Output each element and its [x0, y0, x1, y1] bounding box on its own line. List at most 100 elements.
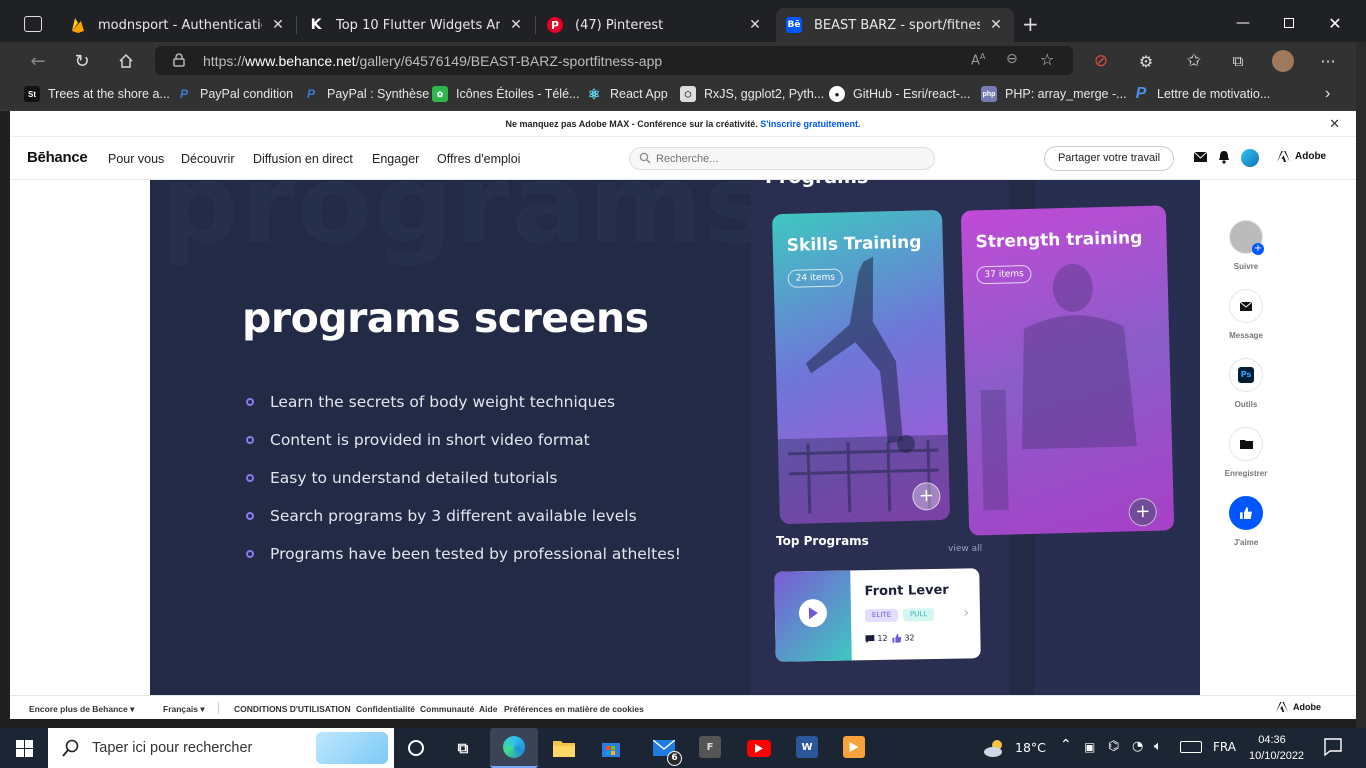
tab-beast-barz[interactable]: Bē BEAST BARZ - sport/fitness app d ✕	[776, 8, 1014, 42]
bookmark-paypal-condition[interactable]: P PayPal condition	[176, 85, 293, 103]
new-tab-icon[interactable]: +	[1022, 12, 1039, 36]
weather-temp[interactable]: 18°C	[1015, 740, 1046, 755]
close-icon[interactable]: ✕	[508, 17, 524, 33]
close-icon[interactable]: ✕	[270, 17, 286, 33]
wifi-icon[interactable]: ◔	[1132, 739, 1143, 754]
word-app-icon[interactable]: W	[796, 736, 818, 758]
window-close-icon[interactable]: ✕	[1312, 8, 1358, 38]
windows-start-icon[interactable]	[12, 736, 36, 760]
tab-modnsport[interactable]: modnsport - Authentication - Fir ✕	[60, 8, 296, 42]
program-list-item[interactable]: Front Lever ELITE PULL 12 32 ›	[774, 568, 981, 662]
adobe-logo[interactable]: Adobe	[1276, 702, 1321, 712]
collections-icon[interactable]: ⧉	[1227, 50, 1249, 72]
maximize-icon[interactable]	[1266, 8, 1312, 38]
close-icon[interactable]: ✕	[747, 17, 763, 33]
file-explorer-icon[interactable]	[552, 736, 576, 760]
avatar-follow-icon[interactable]: +	[1229, 220, 1264, 255]
taskbar-search[interactable]: Taper ici pour rechercher	[48, 728, 394, 768]
home-icon[interactable]	[115, 50, 137, 72]
bookmark-react-app[interactable]: ⚛ React App	[586, 85, 668, 103]
bookmark-php[interactable]: php PHP: array_merge -...	[981, 85, 1127, 103]
mail-icon[interactable]	[1194, 152, 1207, 162]
follow-action[interactable]: + Suivre	[1220, 220, 1272, 271]
app-f-icon[interactable]: F	[699, 736, 721, 758]
video-editor-icon[interactable]	[843, 736, 865, 758]
tab-flutter[interactable]: K Top 10 Flutter Widgets Are Best ✕	[298, 8, 534, 42]
behance-logo[interactable]: Bēhance	[27, 149, 88, 166]
help-link[interactable]: Aide	[479, 704, 497, 714]
message-action[interactable]: Message	[1220, 289, 1272, 340]
profile-avatar[interactable]	[1272, 50, 1294, 72]
more-icon[interactable]: ···	[1317, 50, 1339, 72]
extensions-icon[interactable]: ⚙	[1135, 50, 1157, 72]
search-icon	[62, 739, 80, 757]
mail-app-icon[interactable]: 6	[648, 736, 682, 766]
chevron-up-icon[interactable]: ⌃	[1060, 737, 1072, 753]
thumbs-up-icon[interactable]	[1229, 496, 1263, 530]
close-icon[interactable]: ✕	[988, 17, 1004, 33]
bookmark-github[interactable]: ● GitHub - Esri/react-...	[829, 85, 970, 103]
bookmark-rxjs[interactable]: ⬡ RxJS, ggplot2, Pyth...	[680, 85, 824, 103]
community-link[interactable]: Communauté	[420, 704, 474, 714]
edge-icon[interactable]	[490, 728, 538, 768]
top-programs-heading: Top Programs	[776, 534, 869, 548]
browser-tab-bar: modnsport - Authentication - Fir ✕ K Top…	[0, 0, 1366, 46]
nav-offres[interactable]: Offres d'emploi	[437, 152, 520, 166]
language-dropdown[interactable]: Français ▾	[163, 704, 205, 715]
nav-diffusion[interactable]: Diffusion en direct	[253, 152, 353, 166]
save-action[interactable]: Enregistrer	[1220, 427, 1272, 478]
privacy-link[interactable]: Confidentialité	[356, 704, 415, 714]
tab-pinterest[interactable]: P (47) Pinterest ✕	[537, 8, 773, 42]
refresh-icon[interactable]: ↻	[71, 50, 93, 72]
read-aloud-icon[interactable]: AA	[971, 52, 985, 68]
zoom-icon[interactable]: ⊖	[1006, 51, 1018, 67]
chevron-right-icon[interactable]: ›	[1325, 85, 1330, 103]
photoshop-icon[interactable]: Ps	[1229, 358, 1263, 392]
network-icon[interactable]: ⌬	[1108, 739, 1119, 754]
adobe-logo[interactable]: Adobe	[1277, 151, 1326, 162]
lock-icon[interactable]	[173, 53, 185, 67]
back-icon[interactable]: ←	[27, 50, 49, 72]
weather-icon[interactable]	[982, 736, 1008, 760]
more-behance-dropdown[interactable]: Encore plus de Behance ▾	[29, 704, 134, 715]
folder-icon[interactable]	[1229, 427, 1263, 461]
nav-decouvrir[interactable]: Découvrir	[181, 152, 235, 166]
camera-icon[interactable]: ▣	[1084, 740, 1095, 754]
user-avatar[interactable]	[1241, 149, 1259, 167]
url-field[interactable]: https://www.behance.net/gallery/64576149…	[155, 46, 1073, 75]
store-icon[interactable]	[599, 736, 623, 760]
blocker-icon[interactable]: ⊘	[1090, 50, 1112, 72]
bookmark-lettre[interactable]: P Lettre de motivatio...	[1133, 85, 1271, 103]
add-favorite-icon[interactable]: ☆	[1040, 50, 1054, 69]
input-language[interactable]: FRA	[1213, 740, 1236, 754]
terms-link[interactable]: CONDITIONS D'UTILISATION	[234, 704, 351, 714]
share-work-button[interactable]: Partager votre travail	[1044, 146, 1174, 171]
minimize-icon[interactable]: —	[1220, 8, 1266, 38]
window-scrollbar[interactable]	[1356, 42, 1366, 728]
nav-engager[interactable]: Engager	[372, 152, 419, 166]
search-box[interactable]	[629, 147, 935, 170]
like-action[interactable]: J'aime	[1220, 496, 1272, 547]
bookmark-icones-etoiles[interactable]: ✿ Icônes Étoiles - Télé...	[432, 85, 579, 103]
register-link[interactable]: S'inscrire gratuitement.	[760, 119, 860, 129]
view-all-link[interactable]: view all	[948, 544, 982, 554]
bookmark-trees[interactable]: St Trees at the shore a...	[24, 85, 170, 103]
bookmark-paypal-synthese[interactable]: P PayPal : Synthèse	[303, 85, 429, 103]
nav-pour-vous[interactable]: Pour vous	[108, 152, 164, 166]
cortana-icon[interactable]	[404, 736, 428, 760]
youtube-icon[interactable]	[747, 736, 771, 760]
keyboard-icon[interactable]	[1180, 741, 1202, 753]
mail-icon[interactable]	[1229, 289, 1263, 323]
card-title: Skills Training	[786, 232, 922, 256]
system-clock[interactable]: 04:36 10/10/2022	[1249, 732, 1304, 764]
task-view-icon[interactable]: ⧉	[451, 736, 475, 760]
cookie-prefs-link[interactable]: Préférences en matière de cookies	[504, 704, 644, 714]
search-input[interactable]	[656, 151, 926, 167]
tab-actions-icon[interactable]	[24, 16, 42, 32]
close-icon[interactable]: ✕	[1329, 111, 1340, 137]
tools-action[interactable]: Ps Outils	[1220, 358, 1272, 409]
notifications-icon[interactable]	[1324, 738, 1342, 756]
bell-icon[interactable]	[1218, 150, 1230, 164]
favorites-icon[interactable]: ✩	[1183, 50, 1205, 72]
volume-icon[interactable]: 🔈︎	[1154, 739, 1162, 754]
